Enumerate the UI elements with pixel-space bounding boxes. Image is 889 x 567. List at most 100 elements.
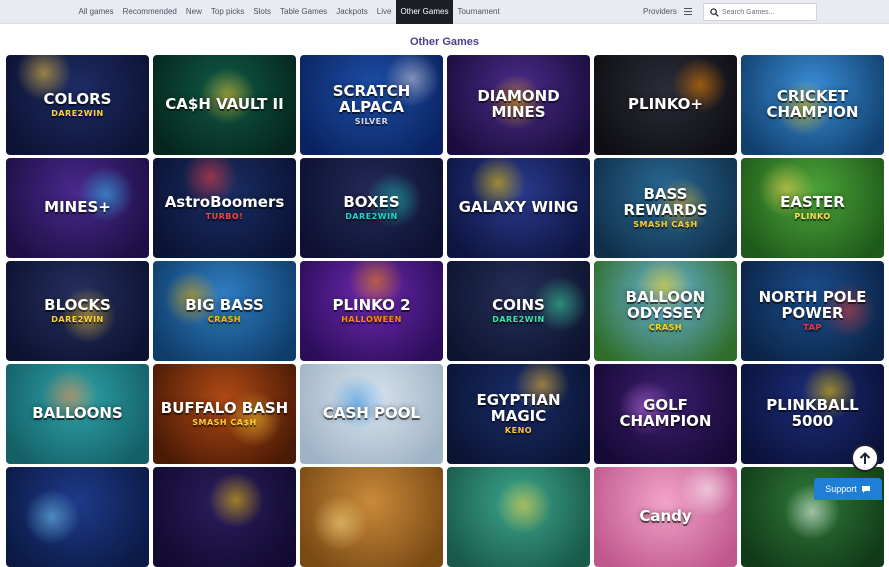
game-title: BALLOONS <box>26 404 128 423</box>
game-title-text: EASTER <box>780 192 845 211</box>
game-tile[interactable]: GOLF CHAMPION <box>594 364 737 464</box>
game-subtitle: TAP <box>803 322 822 332</box>
tab-new[interactable]: New <box>181 0 206 24</box>
game-subtitle: DARE2WIN <box>51 108 104 118</box>
search-icon <box>710 8 719 17</box>
game-title: GOLF CHAMPION <box>594 396 737 430</box>
game-tile[interactable]: GALAXY WING <box>447 158 590 258</box>
tab-other-games[interactable]: Other Games <box>395 0 453 24</box>
game-tile[interactable]: BLOCKS DARE2WIN <box>6 261 149 361</box>
game-title-text: CA$H VAULT II <box>165 95 284 114</box>
game-title-text: BASS REWARDS <box>623 185 708 219</box>
tab-slots[interactable]: Slots <box>249 0 276 24</box>
game-tile[interactable]: BUFFALO BASH SMASH CA$H <box>153 364 296 464</box>
game-title: CRICKET CHAMPION <box>741 87 884 121</box>
game-title-text: BIG BASS <box>185 295 264 314</box>
game-title: Candy <box>633 507 697 526</box>
game-title: NORTH POLE POWER TAP <box>741 288 884 332</box>
game-tile[interactable]: BIG BASS CRASH <box>153 261 296 361</box>
category-tabs: All games Recommended New Top picks Slots Tab… <box>74 0 504 24</box>
game-tile[interactable]: BALLOON ODYSSEY CRASH <box>594 261 737 361</box>
hamburger-icon[interactable] <box>684 8 692 15</box>
game-title: MINES+ <box>38 198 117 217</box>
game-tile[interactable]: MINES+ <box>6 158 149 258</box>
game-title-text: BUFFALO BASH <box>160 398 289 417</box>
game-title-text: Candy <box>639 507 692 526</box>
tab-table-games[interactable]: Table Games <box>276 0 332 24</box>
game-title-text: EGYPTIAN MAGIC <box>476 391 561 425</box>
game-subtitle: SMASH CA$H <box>192 417 257 427</box>
tab-recommended[interactable]: Recommended <box>118 0 181 24</box>
game-title: AstroBoomers TURBO! <box>159 192 291 221</box>
game-title: COINS DARE2WIN <box>486 295 551 324</box>
top-navigation-bar: All games Recommended New Top picks Slots Tab… <box>0 0 889 24</box>
game-tile[interactable]: NORTH POLE POWER TAP <box>741 261 884 361</box>
game-tile[interactable]: COINS DARE2WIN <box>447 261 590 361</box>
game-title-text: NORTH POLE POWER <box>758 288 867 322</box>
tab-all-games[interactable]: All games <box>74 0 118 24</box>
game-title-text: AstroBoomers <box>164 192 285 211</box>
game-tile[interactable]: PLINKO 2 HALLOWEEN <box>300 261 443 361</box>
game-title: BASS REWARDS SMASH CA$H <box>594 185 737 229</box>
game-subtitle: DARE2WIN <box>51 314 104 324</box>
game-title: BLOCKS DARE2WIN <box>38 295 117 324</box>
game-title-text: CRICKET CHAMPION <box>766 87 859 121</box>
chat-icon <box>861 485 870 493</box>
game-title-text: DIAMOND MINES <box>477 87 560 121</box>
game-title-text: CASH POOL <box>322 404 421 423</box>
game-tile[interactable]: AstroBoomers TURBO! <box>153 158 296 258</box>
game-subtitle: PLINKO <box>794 211 831 221</box>
tab-top-picks[interactable]: Top picks <box>206 0 248 24</box>
game-title: BALLOON ODYSSEY CRASH <box>594 288 737 332</box>
game-title-text: MINES+ <box>44 198 111 217</box>
game-tile[interactable] <box>447 467 590 567</box>
games-grid: COLORS DARE2WIN CA$H VAULT II SCRATCH ALPAC… <box>6 55 886 567</box>
game-title: COLORS DARE2WIN <box>38 91 118 118</box>
game-tile[interactable]: SCRATCH ALPACA SILVER <box>300 55 443 155</box>
game-tile[interactable] <box>300 467 443 567</box>
game-title-text: GOLF CHAMPION <box>619 396 712 430</box>
game-title: SCRATCH ALPACA SILVER <box>300 83 443 126</box>
game-subtitle: CRASH <box>207 314 242 324</box>
game-tile[interactable]: CA$H VAULT II <box>153 55 296 155</box>
support-button[interactable]: Support <box>814 478 882 500</box>
game-tile[interactable] <box>153 467 296 567</box>
game-tile[interactable]: CRICKET CHAMPION <box>741 55 884 155</box>
game-tile[interactable]: BALLOONS <box>6 364 149 464</box>
game-tile[interactable]: CASH POOL <box>300 364 443 464</box>
game-title-text: COINS <box>492 295 545 314</box>
game-title-text: PLINKO 2 <box>332 295 411 314</box>
game-tile[interactable]: BOXES DARE2WIN <box>300 158 443 258</box>
page-title: Other Games <box>409 36 480 48</box>
game-title-text: BALLOONS <box>32 404 123 423</box>
support-label: Support <box>825 484 857 494</box>
game-tile[interactable] <box>6 467 149 567</box>
game-tile[interactable]: BASS REWARDS SMASH CA$H <box>594 158 737 258</box>
tab-jackpots[interactable]: Jackpots <box>332 0 373 24</box>
game-subtitle: KENO <box>504 425 533 435</box>
game-tile[interactable]: EGYPTIAN MAGIC KENO <box>447 364 590 464</box>
game-title: BOXES DARE2WIN <box>337 192 405 221</box>
game-title: EGYPTIAN MAGIC KENO <box>447 391 590 435</box>
game-tile[interactable]: DIAMOND MINES <box>447 55 590 155</box>
game-title-text: PLINKBALL 5000 <box>766 396 859 430</box>
providers-button[interactable]: Providers <box>643 0 677 24</box>
game-subtitle: TURBO! <box>205 211 244 221</box>
game-title-text: BLOCKS <box>44 295 111 314</box>
game-tile[interactable]: EASTER PLINKO <box>741 158 884 258</box>
game-tile[interactable]: PLINKO+ <box>594 55 737 155</box>
game-title: EASTER PLINKO <box>774 192 851 221</box>
game-tile[interactable]: COLORS DARE2WIN <box>6 55 149 155</box>
game-title-text: BALLOON ODYSSEY <box>625 288 706 322</box>
game-title-text: BOXES <box>343 192 400 211</box>
tab-tournament[interactable]: Tournament <box>453 0 504 24</box>
game-title-text: PLINKO+ <box>628 95 703 114</box>
scroll-to-top-button[interactable] <box>851 444 879 472</box>
tab-live[interactable]: Live <box>372 0 396 24</box>
game-subtitle: HALLOWEEN <box>341 314 402 324</box>
game-subtitle: DARE2WIN <box>345 211 398 221</box>
search-input[interactable] <box>722 4 814 20</box>
game-title: BUFFALO BASH SMASH CA$H <box>155 398 294 427</box>
game-title: CA$H VAULT II <box>159 95 289 114</box>
game-tile[interactable]: Candy <box>594 467 737 567</box>
